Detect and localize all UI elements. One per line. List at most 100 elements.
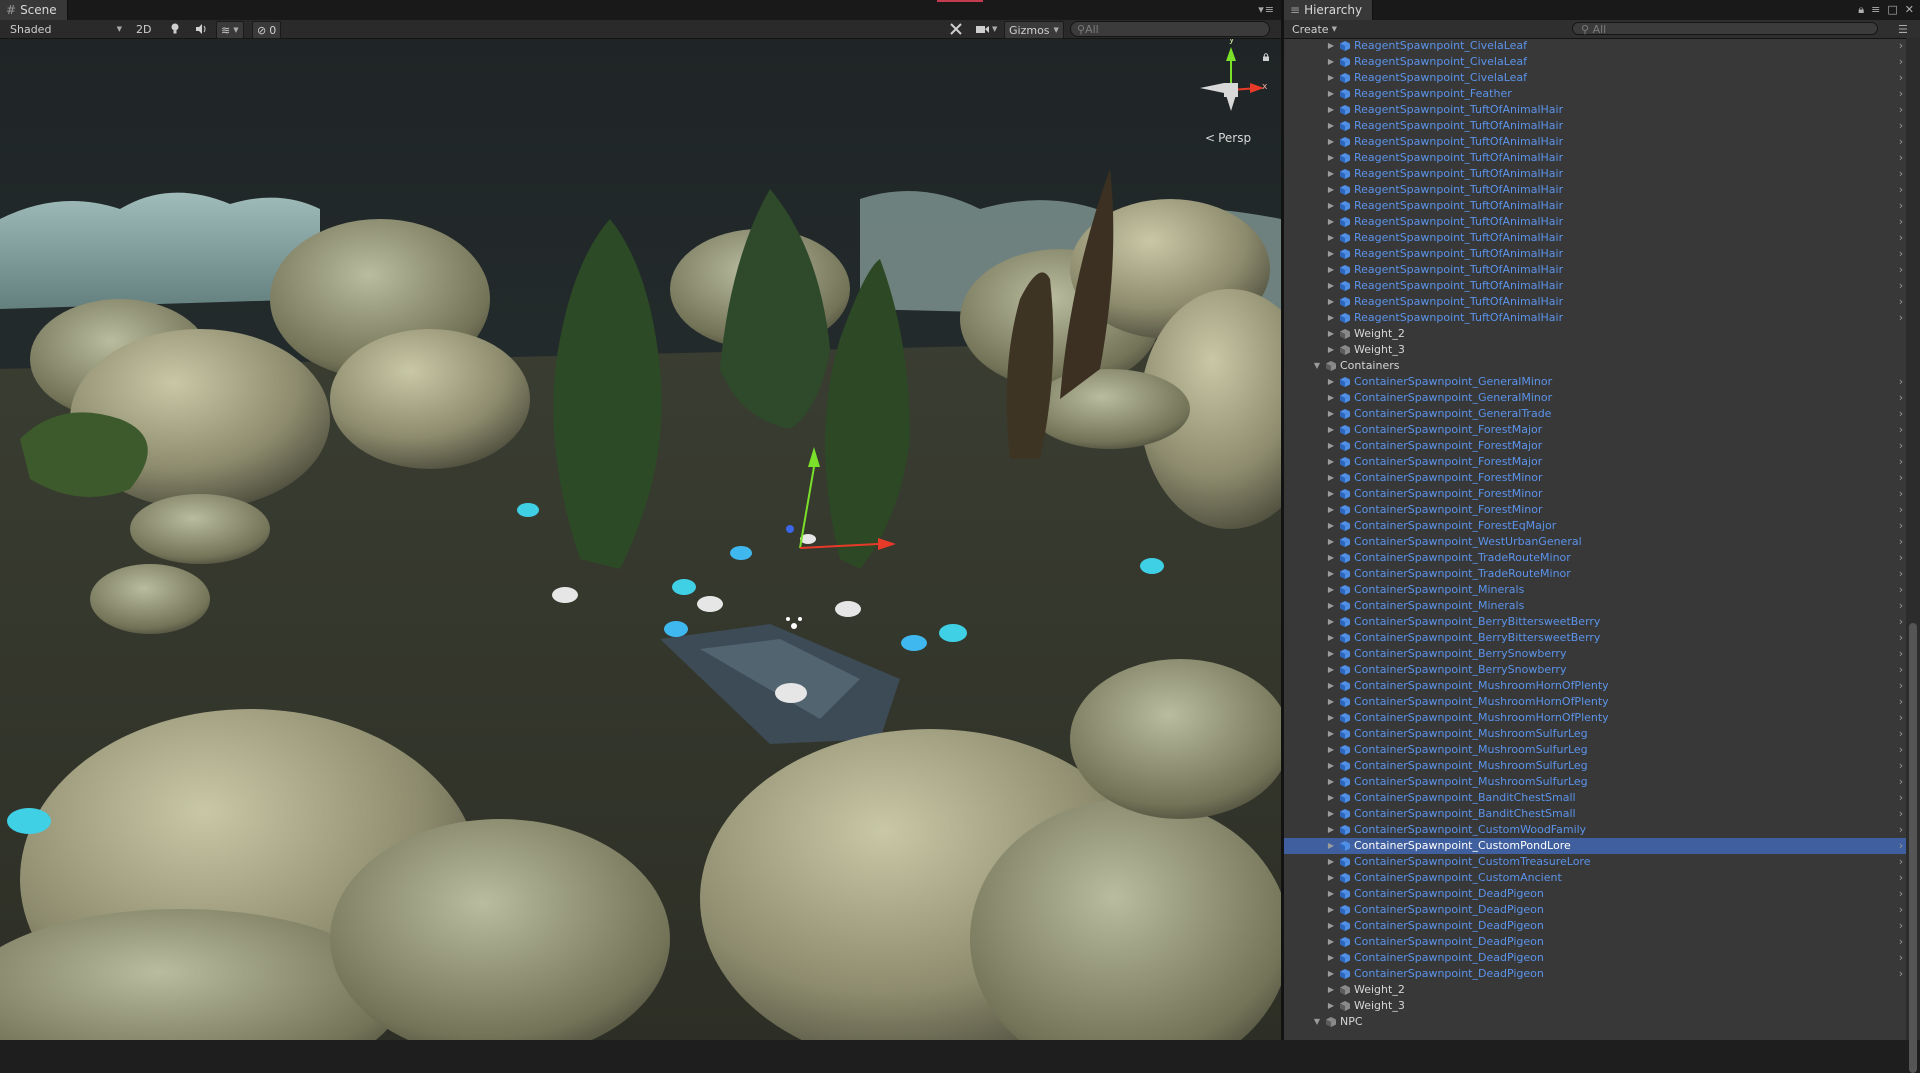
hierarchy-prefab-row[interactable]: ▶ ContainerSpawnpoint_GeneralMinor › xyxy=(1284,374,1906,390)
hidden-objects-toggle[interactable]: ⊘ 0 xyxy=(252,21,282,39)
open-prefab-icon[interactable]: › xyxy=(1896,870,1906,886)
open-prefab-icon[interactable]: › xyxy=(1896,246,1906,262)
hierarchy-prefab-row[interactable]: ▶ ContainerSpawnpoint_ForestMajor › xyxy=(1284,454,1906,470)
hierarchy-prefab-row[interactable]: ▶ ReagentSpawnpoint_TuftOfAnimalHair › xyxy=(1284,230,1906,246)
foldout-collapsed-icon[interactable]: ▶ xyxy=(1326,326,1336,342)
foldout-collapsed-icon[interactable]: ▶ xyxy=(1326,582,1336,598)
foldout-collapsed-icon[interactable]: ▶ xyxy=(1326,982,1336,998)
foldout-collapsed-icon[interactable]: ▶ xyxy=(1326,614,1336,630)
foldout-collapsed-icon[interactable]: ▶ xyxy=(1326,406,1336,422)
foldout-collapsed-icon[interactable]: ▶ xyxy=(1326,806,1336,822)
hierarchy-prefab-row[interactable]: ▶ ContainerSpawnpoint_BanditChestSmall › xyxy=(1284,790,1906,806)
open-prefab-icon[interactable]: › xyxy=(1896,918,1906,934)
hierarchy-prefab-row[interactable]: ▶ ContainerSpawnpoint_MushroomHornOfPlent… xyxy=(1284,710,1906,726)
hierarchy-prefab-row[interactable]: ▶ ReagentSpawnpoint_TuftOfAnimalHair › xyxy=(1284,150,1906,166)
open-prefab-icon[interactable]: › xyxy=(1896,710,1906,726)
hierarchy-prefab-row[interactable]: ▶ ReagentSpawnpoint_TuftOfAnimalHair › xyxy=(1284,102,1906,118)
open-prefab-icon[interactable]: › xyxy=(1896,854,1906,870)
tab-scene[interactable]: # Scene xyxy=(0,0,68,20)
open-prefab-icon[interactable]: › xyxy=(1896,822,1906,838)
hierarchy-prefab-row[interactable]: ▶ ReagentSpawnpoint_TuftOfAnimalHair › xyxy=(1284,262,1906,278)
lighting-toggle-icon[interactable] xyxy=(170,21,180,37)
close-icon[interactable]: ✕ xyxy=(1905,3,1914,17)
foldout-collapsed-icon[interactable]: ▶ xyxy=(1326,662,1336,678)
hierarchy-prefab-row[interactable]: ▶ ReagentSpawnpoint_TuftOfAnimalHair › xyxy=(1284,294,1906,310)
open-prefab-icon[interactable]: › xyxy=(1896,950,1906,966)
hierarchy-prefab-row[interactable]: ▶ ContainerSpawnpoint_GeneralTrade › xyxy=(1284,406,1906,422)
hierarchy-prefab-row[interactable]: ▶ ReagentSpawnpoint_TuftOfAnimalHair › xyxy=(1284,134,1906,150)
hierarchy-prefab-row[interactable]: ▶ ContainerSpawnpoint_MushroomSulfurLeg › xyxy=(1284,726,1906,742)
open-prefab-icon[interactable]: › xyxy=(1896,134,1906,150)
hierarchy-prefab-row[interactable]: ▶ ReagentSpawnpoint_TuftOfAnimalHair › xyxy=(1284,278,1906,294)
foldout-collapsed-icon[interactable]: ▶ xyxy=(1326,54,1336,70)
hierarchy-prefab-row[interactable]: ▶ ContainerSpawnpoint_BerrySnowberry › xyxy=(1284,662,1906,678)
foldout-collapsed-icon[interactable]: ▶ xyxy=(1326,422,1336,438)
foldout-collapsed-icon[interactable]: ▶ xyxy=(1326,630,1336,646)
sort-list-icon[interactable]: ☰ xyxy=(1898,23,1912,36)
open-prefab-icon[interactable]: › xyxy=(1896,550,1906,566)
foldout-collapsed-icon[interactable]: ▶ xyxy=(1326,310,1336,326)
open-prefab-icon[interactable]: › xyxy=(1896,838,1906,854)
hierarchy-prefab-row[interactable]: ▶ ContainerSpawnpoint_BerryBittersweetBer… xyxy=(1284,630,1906,646)
open-prefab-icon[interactable]: › xyxy=(1896,582,1906,598)
open-prefab-icon[interactable]: › xyxy=(1896,118,1906,134)
foldout-collapsed-icon[interactable]: ▶ xyxy=(1326,998,1336,1014)
hierarchy-prefab-row[interactable]: ▶ ContainerSpawnpoint_CustomWoodFamily › xyxy=(1284,822,1906,838)
hierarchy-prefab-row[interactable]: ▶ ContainerSpawnpoint_DeadPigeon › xyxy=(1284,886,1906,902)
foldout-collapsed-icon[interactable]: ▶ xyxy=(1326,822,1336,838)
open-prefab-icon[interactable]: › xyxy=(1896,390,1906,406)
foldout-collapsed-icon[interactable]: ▶ xyxy=(1326,70,1336,86)
hierarchy-prefab-row[interactable]: ▶ ContainerSpawnpoint_ForestMinor › xyxy=(1284,502,1906,518)
open-prefab-icon[interactable]: › xyxy=(1896,678,1906,694)
tools-icon[interactable] xyxy=(950,21,962,37)
lock-icon[interactable] xyxy=(1262,53,1270,61)
foldout-collapsed-icon[interactable]: ▶ xyxy=(1326,550,1336,566)
foldout-collapsed-icon[interactable]: ▶ xyxy=(1326,182,1336,198)
foldout-collapsed-icon[interactable]: ▶ xyxy=(1326,230,1336,246)
foldout-collapsed-icon[interactable]: ▶ xyxy=(1326,390,1336,406)
hierarchy-prefab-row[interactable]: ▶ ContainerSpawnpoint_MushroomSulfurLeg › xyxy=(1284,774,1906,790)
hierarchy-scrollbar[interactable] xyxy=(1906,38,1920,1073)
open-prefab-icon[interactable]: › xyxy=(1896,198,1906,214)
foldout-collapsed-icon[interactable]: ▶ xyxy=(1326,918,1336,934)
foldout-collapsed-icon[interactable]: ▶ xyxy=(1326,694,1336,710)
hierarchy-prefab-row[interactable]: ▶ ContainerSpawnpoint_ForestMajor › xyxy=(1284,438,1906,454)
foldout-collapsed-icon[interactable]: ▶ xyxy=(1326,454,1336,470)
hierarchy-prefab-row[interactable]: ▶ ContainerSpawnpoint_MushroomSulfurLeg › xyxy=(1284,758,1906,774)
scene-viewport[interactable]: y x < Persp xyxy=(0,39,1281,1040)
open-prefab-icon[interactable]: › xyxy=(1896,182,1906,198)
foldout-collapsed-icon[interactable]: ▶ xyxy=(1326,854,1336,870)
hierarchy-prefab-row[interactable]: ▶ ContainerSpawnpoint_TradeRouteMinor › xyxy=(1284,550,1906,566)
hierarchy-prefab-row[interactable]: ▶ ContainerSpawnpoint_ForestMinor › xyxy=(1284,470,1906,486)
foldout-collapsed-icon[interactable]: ▶ xyxy=(1326,102,1336,118)
hierarchy-prefab-row[interactable]: ▶ ContainerSpawnpoint_DeadPigeon › xyxy=(1284,902,1906,918)
open-prefab-icon[interactable]: › xyxy=(1896,534,1906,550)
open-prefab-icon[interactable]: › xyxy=(1896,886,1906,902)
open-prefab-icon[interactable]: › xyxy=(1896,70,1906,86)
foldout-collapsed-icon[interactable]: ▶ xyxy=(1326,646,1336,662)
hierarchy-prefab-row[interactable]: ▶ ContainerSpawnpoint_BerrySnowberry › xyxy=(1284,646,1906,662)
foldout-collapsed-icon[interactable]: ▶ xyxy=(1326,886,1336,902)
open-prefab-icon[interactable]: › xyxy=(1896,150,1906,166)
open-prefab-icon[interactable]: › xyxy=(1896,406,1906,422)
camera-dropdown[interactable]: ▼ xyxy=(976,21,997,37)
hierarchy-prefab-row[interactable]: ▶ ContainerSpawnpoint_MushroomHornOfPlent… xyxy=(1284,694,1906,710)
hierarchy-prefab-row[interactable]: ▶ ContainerSpawnpoint_DeadPigeon › xyxy=(1284,934,1906,950)
open-prefab-icon[interactable]: › xyxy=(1896,102,1906,118)
foldout-collapsed-icon[interactable]: ▶ xyxy=(1326,502,1336,518)
foldout-collapsed-icon[interactable]: ▶ xyxy=(1326,438,1336,454)
open-prefab-icon[interactable]: › xyxy=(1896,902,1906,918)
hierarchy-object-row[interactable]: ▼ Containers xyxy=(1284,358,1906,374)
open-prefab-icon[interactable]: › xyxy=(1896,422,1906,438)
open-prefab-icon[interactable]: › xyxy=(1896,294,1906,310)
open-prefab-icon[interactable]: › xyxy=(1896,454,1906,470)
foldout-collapsed-icon[interactable]: ▶ xyxy=(1326,534,1336,550)
open-prefab-icon[interactable]: › xyxy=(1896,966,1906,982)
hierarchy-object-row[interactable]: ▶ Weight_2 xyxy=(1284,326,1906,342)
hierarchy-prefab-row[interactable]: ▶ ContainerSpawnpoint_BanditChestSmall › xyxy=(1284,806,1906,822)
hierarchy-prefab-row[interactable]: ▶ ContainerSpawnpoint_TradeRouteMinor › xyxy=(1284,566,1906,582)
open-prefab-icon[interactable]: › xyxy=(1896,470,1906,486)
audio-toggle-icon[interactable] xyxy=(196,21,208,37)
foldout-collapsed-icon[interactable]: ▶ xyxy=(1326,598,1336,614)
hierarchy-prefab-row[interactable]: ▶ ContainerSpawnpoint_CustomTreasureLore › xyxy=(1284,854,1906,870)
